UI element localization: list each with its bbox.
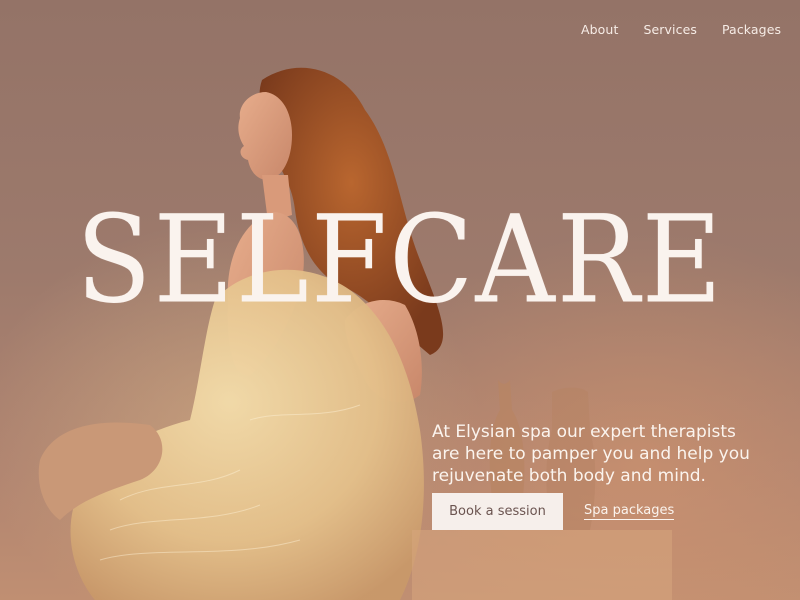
hero-headline: SELFCARE	[76, 189, 724, 330]
spa-packages-link[interactable]: Spa packages	[584, 503, 675, 520]
nav-link-about[interactable]: About	[581, 22, 618, 37]
nav-link-services[interactable]: Services	[643, 22, 697, 37]
hero-section: About Services Packages Co SELFCARE At E…	[0, 0, 800, 600]
book-session-button[interactable]: Book a session	[432, 493, 563, 530]
hero-tagline: At Elysian spa our expert therapists are…	[432, 422, 750, 486]
main-nav: About Services Packages Co	[581, 22, 800, 37]
nav-link-packages[interactable]: Packages	[722, 22, 781, 37]
